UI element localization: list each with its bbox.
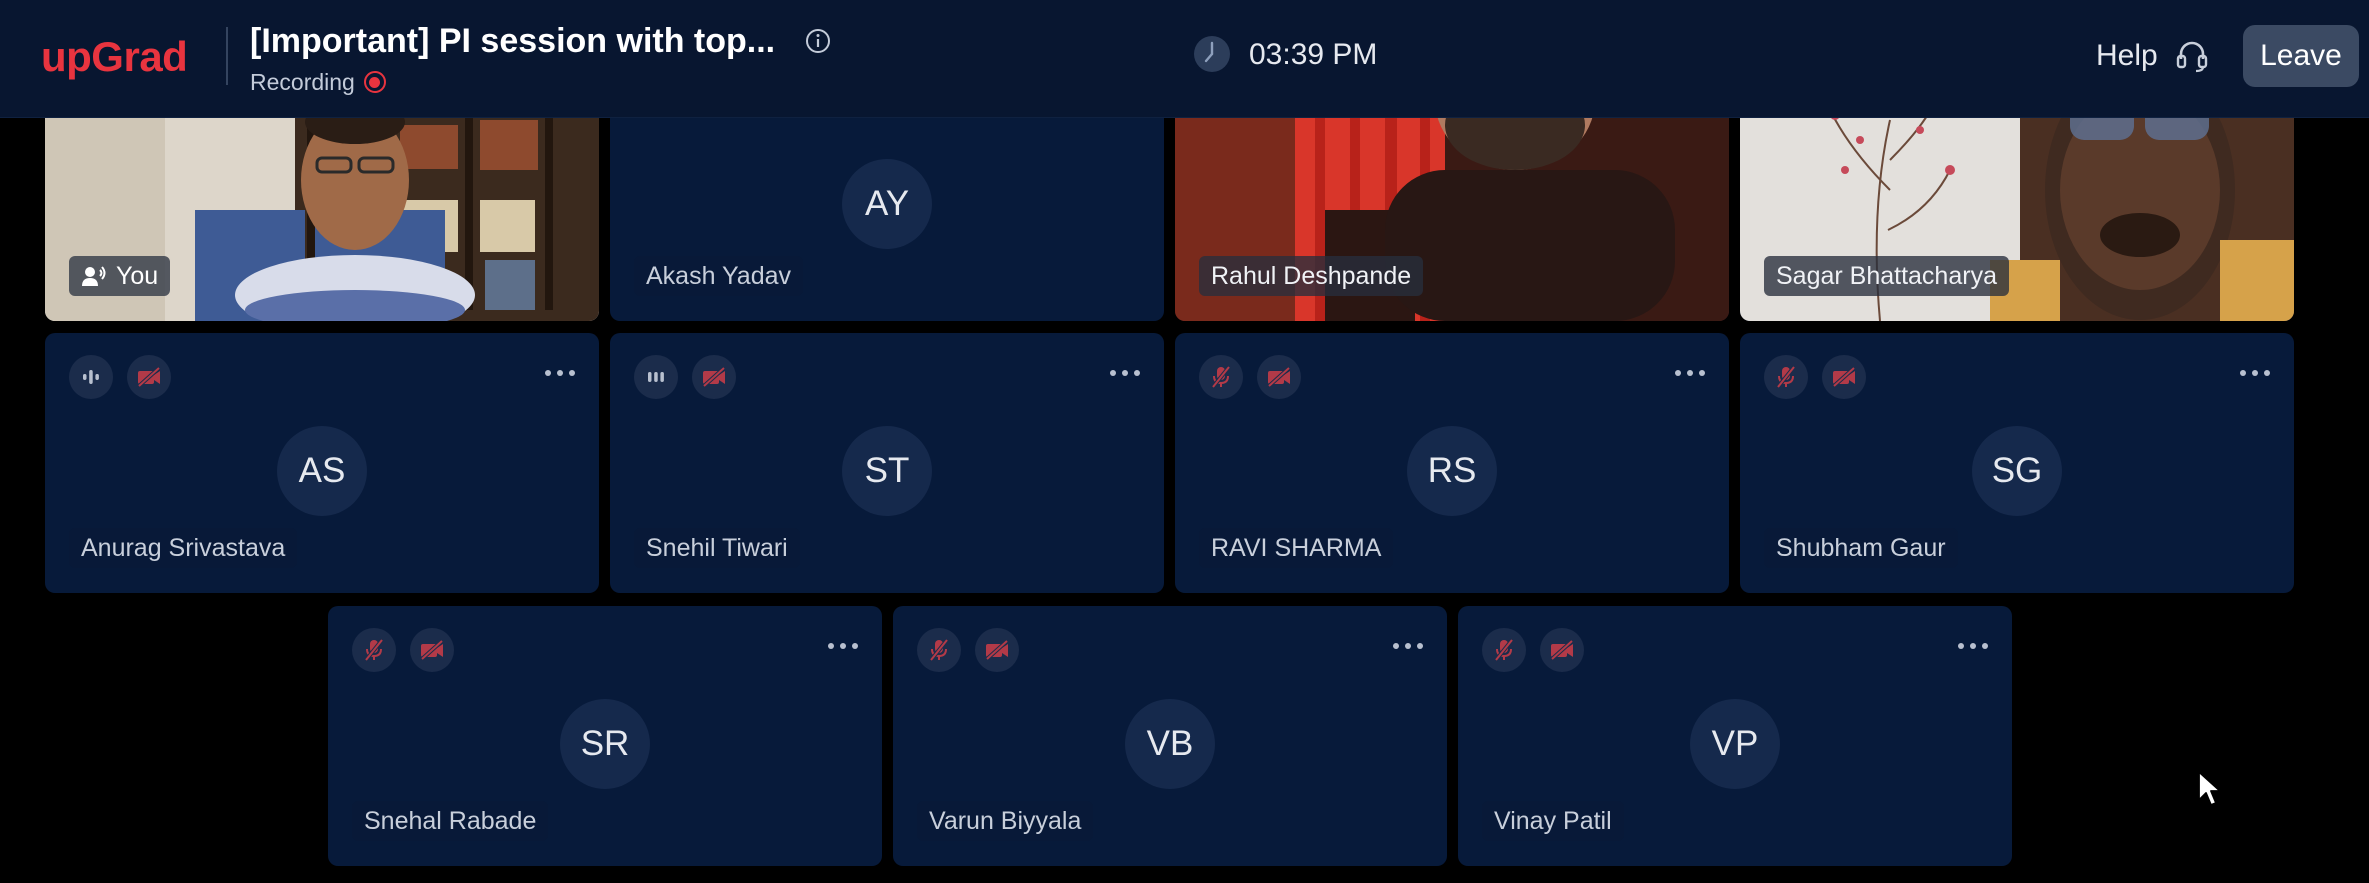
participant-tile[interactable]: VP Vinay Patil xyxy=(1458,606,2012,866)
participant-name: You xyxy=(116,261,159,290)
more-options-icon[interactable] xyxy=(1110,363,1140,383)
camera-off-button[interactable] xyxy=(692,355,736,399)
camera-off-button[interactable] xyxy=(1540,628,1584,672)
mic-muted-icon xyxy=(1211,365,1231,389)
name-badge: Rahul Deshpande xyxy=(1199,256,1424,296)
name-badge: You xyxy=(69,256,171,296)
participant-tile[interactable]: SG Shubham Gaur xyxy=(1740,333,2294,593)
avatar: ST xyxy=(842,426,932,516)
name-badge: Varun Biyyala xyxy=(917,801,1094,841)
mic-muted-button[interactable] xyxy=(917,628,961,672)
meeting-header: upGrad [Important] PI session with top..… xyxy=(0,0,2369,118)
more-options-icon[interactable] xyxy=(2240,363,2270,383)
avatar: AY xyxy=(842,159,932,249)
clock-icon xyxy=(1194,36,1230,72)
name-badge: Snehil Tiwari xyxy=(634,528,800,568)
mic-muted-button[interactable] xyxy=(352,628,396,672)
info-icon[interactable] xyxy=(805,28,831,54)
leave-button[interactable]: Leave xyxy=(2243,25,2359,87)
meeting-time: 03:39 PM xyxy=(1249,38,1378,71)
name-badge: Akash Yadav xyxy=(634,256,804,296)
mouse-cursor-icon xyxy=(2198,771,2221,806)
speaker-user-icon xyxy=(82,266,106,286)
camera-off-button[interactable] xyxy=(410,628,454,672)
camera-off-button[interactable] xyxy=(1822,355,1866,399)
camera-off-icon xyxy=(137,366,161,388)
audio-level-icon[interactable] xyxy=(634,355,678,399)
upgrad-logo: upGrad xyxy=(41,33,188,80)
recording-dot-icon xyxy=(363,71,386,93)
more-options-icon[interactable] xyxy=(545,363,575,383)
avatar: AS xyxy=(277,426,367,516)
more-options-icon[interactable] xyxy=(1675,363,1705,383)
mic-muted-icon xyxy=(364,638,384,662)
participant-tile[interactable]: ST Snehil Tiwari xyxy=(610,333,1164,593)
recording-label: Recording xyxy=(250,68,355,95)
mic-muted-icon xyxy=(1494,638,1514,662)
camera-off-icon xyxy=(1267,366,1291,388)
camera-off-icon xyxy=(1832,366,1856,388)
mic-muted-button[interactable] xyxy=(1482,628,1526,672)
avatar: VP xyxy=(1690,699,1780,789)
more-options-icon[interactable] xyxy=(1958,636,1988,656)
camera-off-icon xyxy=(702,366,726,388)
mic-muted-icon xyxy=(1776,365,1796,389)
camera-off-button[interactable] xyxy=(1257,355,1301,399)
more-options-icon[interactable] xyxy=(1393,636,1423,656)
help-link[interactable]: Help xyxy=(2096,39,2158,73)
name-badge: RAVI SHARMA xyxy=(1199,528,1394,568)
participant-tile[interactable]: VB Varun Biyyala xyxy=(893,606,1447,866)
camera-off-icon xyxy=(985,639,1009,661)
camera-off-icon xyxy=(1550,639,1574,661)
avatar: RS xyxy=(1407,426,1497,516)
name-badge: Anurag Srivastava xyxy=(69,528,298,568)
audio-level-icon[interactable] xyxy=(69,355,113,399)
avatar: VB xyxy=(1125,699,1215,789)
participant-tile[interactable]: AS Anurag Srivastava xyxy=(45,333,599,593)
avatar: SR xyxy=(560,699,650,789)
camera-off-icon xyxy=(420,639,444,661)
avatar: SG xyxy=(1972,426,2062,516)
participant-tile[interactable]: SR Snehal Rabade xyxy=(328,606,882,866)
name-badge: Snehal Rabade xyxy=(352,801,549,841)
mic-muted-button[interactable] xyxy=(1199,355,1243,399)
participant-tile[interactable]: RS RAVI SHARMA xyxy=(1175,333,1729,593)
recording-status: Recording xyxy=(250,68,386,96)
name-badge: Shubham Gaur xyxy=(1764,528,1958,568)
camera-off-button[interactable] xyxy=(975,628,1019,672)
header-divider xyxy=(226,27,228,85)
name-badge: Vinay Patil xyxy=(1482,801,1624,841)
mic-muted-icon xyxy=(929,638,949,662)
meeting-title: [Important] PI session with top... xyxy=(250,22,776,60)
more-options-icon[interactable] xyxy=(828,636,858,656)
headset-icon[interactable] xyxy=(2174,37,2210,73)
audio-level-icon xyxy=(648,372,664,382)
camera-off-button[interactable] xyxy=(127,355,171,399)
mic-muted-button[interactable] xyxy=(1764,355,1808,399)
audio-level-icon xyxy=(83,370,99,384)
name-badge: Sagar Bhattacharya xyxy=(1764,256,2009,296)
